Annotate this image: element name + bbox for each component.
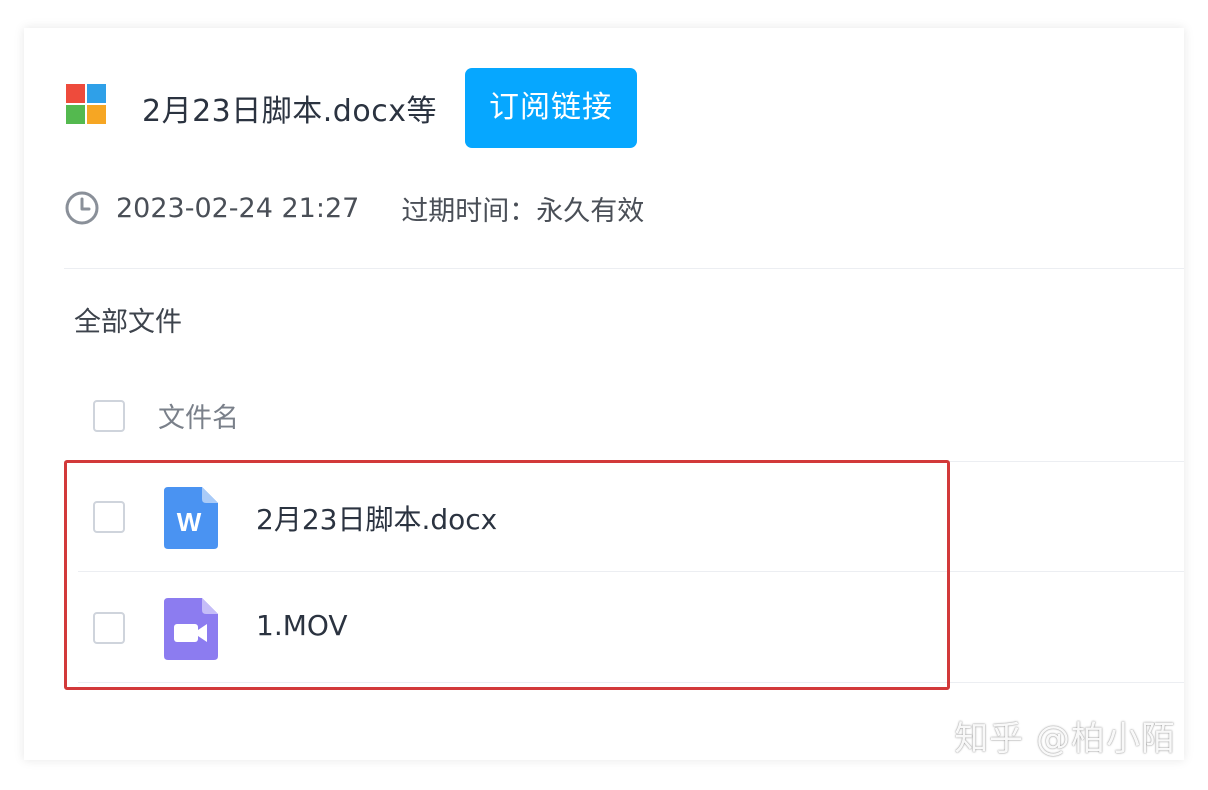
expiry-info: 过期时间：永久有效 [401,195,645,227]
share-title: 2月23日脚本.docx等 [142,94,437,129]
app-logo-icon [66,84,106,124]
file-checkbox[interactable] [93,612,125,644]
select-all-checkbox[interactable] [93,400,125,432]
file-checkbox[interactable] [93,501,125,533]
row-divider [78,682,1184,683]
file-row[interactable]: W 2月23日脚本.docx [64,462,1184,572]
created-date: 2023-02-24 21:27 [116,192,360,224]
share-meta: 2023-02-24 21:27 过期时间：永久有效 [64,188,644,228]
breadcrumb-all-files[interactable]: 全部文件 [74,300,182,339]
clock-icon [65,191,99,225]
word-doc-icon: W [164,487,218,549]
video-file-icon [164,598,218,660]
file-name[interactable]: 2月23日脚本.docx [256,498,497,538]
svg-text:W: W [177,507,202,537]
subscribe-link-button[interactable]: 订阅链接 [464,68,637,148]
file-name[interactable]: 1.MOV [256,609,348,642]
share-header: 2月23日脚本.docx等 订阅链接 [66,68,637,148]
row-divider [78,571,1184,572]
watermark: 知乎 @柏小陌 [954,719,1176,759]
column-header-filename: 文件名 [158,403,239,434]
file-row[interactable]: 1.MOV [64,573,1184,683]
header-divider [64,268,1184,269]
